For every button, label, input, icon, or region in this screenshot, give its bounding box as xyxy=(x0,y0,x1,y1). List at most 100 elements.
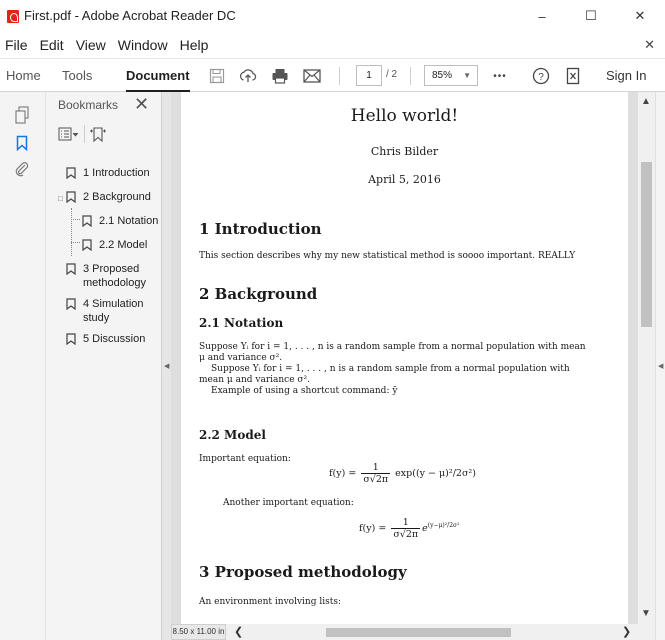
bookmark-item-proposed-methodology[interactable]: 3 Proposed methodology xyxy=(66,262,146,290)
more-tools-button[interactable]: ••• xyxy=(490,66,510,86)
paragraph: Suppose Yᵢ for i = 1, . . . , n is a ran… xyxy=(199,342,586,352)
panel-splitter[interactable]: ◀ xyxy=(161,92,171,640)
paragraph: This section describes why my new statis… xyxy=(199,251,576,261)
section-heading: 3 Proposed methodology xyxy=(199,563,407,581)
bookmark-icon[interactable] xyxy=(13,134,31,152)
title-bar: First.pdf - Adobe Acrobat Reader DC – ☐ … xyxy=(0,0,665,32)
bookmark-item-model[interactable]: 2.2 Model xyxy=(82,238,147,252)
expand-right-pane-icon[interactable]: ◀ xyxy=(658,362,663,370)
bookmark-item-notation[interactable]: 2.1 Notation xyxy=(82,214,158,228)
new-bookmark-icon[interactable] xyxy=(89,124,107,144)
bookmark-icon xyxy=(66,167,76,179)
bookmark-label: 4 Simulation study xyxy=(83,298,144,324)
bookmark-icon xyxy=(66,333,76,345)
tab-document[interactable]: Document xyxy=(126,68,190,92)
paragraph: mean μ and variance σ². xyxy=(199,375,311,385)
bookmark-icon xyxy=(66,298,76,310)
bookmark-label: 5 Discussion xyxy=(83,333,146,345)
acrobat-logo-icon xyxy=(7,10,19,23)
bookmark-icon xyxy=(82,215,92,227)
menu-file[interactable]: File xyxy=(0,37,34,53)
document-view[interactable]: Hello world! Chris Bilder April 5, 2016 … xyxy=(171,92,638,624)
close-window-button[interactable]: ✕ xyxy=(617,0,663,32)
scroll-down-icon[interactable]: ▼ xyxy=(641,608,651,619)
bookmark-label: 2.1 Notation xyxy=(99,215,159,227)
subsection-heading: 2.1 Notation xyxy=(199,316,284,330)
scroll-right-icon[interactable]: ❯ xyxy=(622,625,631,638)
window-title: First.pdf - Adobe Acrobat Reader DC xyxy=(24,8,236,23)
close-icon[interactable]: ✕ xyxy=(134,94,149,115)
section-heading: 1 Introduction xyxy=(199,220,322,238)
zoom-select[interactable]: 85% ▼ xyxy=(424,65,478,86)
help-icon[interactable]: ? xyxy=(531,66,551,86)
bookmark-item-simulation-study[interactable]: 4 Simulation study xyxy=(66,297,144,325)
bookmark-item-background[interactable]: 2 Background xyxy=(66,190,151,204)
tab-home[interactable]: Home xyxy=(6,68,41,83)
page-number-input[interactable]: 1 xyxy=(356,65,382,86)
paragraph: An environment involving lists: xyxy=(199,597,341,607)
bookmarks-title: Bookmarks xyxy=(58,98,119,112)
document-security-icon[interactable] xyxy=(563,66,583,86)
bookmark-label: 1 Introduction xyxy=(83,167,150,179)
subsection-heading: 2.2 Model xyxy=(199,428,266,442)
equation: f(y) = 1 σ√2π exp((y − μ)²/2σ²) xyxy=(329,462,476,485)
tree-connector xyxy=(71,208,72,256)
right-pane-strip[interactable]: ◀ xyxy=(655,92,665,640)
page-thumbnails-icon[interactable] xyxy=(13,106,31,124)
chevron-down-icon: ▼ xyxy=(463,71,471,80)
scroll-thumb[interactable] xyxy=(641,162,652,327)
save-icon[interactable] xyxy=(207,66,227,86)
tab-tools[interactable]: Tools xyxy=(62,68,92,83)
tree-connector xyxy=(71,242,80,243)
bookmark-icon xyxy=(66,191,76,203)
menu-window[interactable]: Window xyxy=(112,37,174,53)
toolbar-divider xyxy=(84,125,85,143)
document-author: Chris Bilder xyxy=(370,145,439,158)
close-document-button[interactable]: ✕ xyxy=(644,37,655,53)
bookmark-item-discussion[interactable]: 5 Discussion xyxy=(66,332,145,346)
menu-bar: File Edit View Window Help ✕ xyxy=(0,32,665,58)
bookmark-item-introduction[interactable]: 1 Introduction xyxy=(66,166,150,180)
pdf-page: Hello world! Chris Bilder April 5, 2016 … xyxy=(181,92,628,624)
page-total: / 2 xyxy=(386,69,398,80)
svg-text:?: ? xyxy=(538,72,544,83)
equation: f(y) = 1 σ√2π e(y−μ)²/2σ² xyxy=(359,517,460,540)
bookmark-options-icon[interactable] xyxy=(58,124,80,144)
status-bar: 8.50 x 11.00 in ❮ ❯ xyxy=(171,624,655,640)
toolbar-divider xyxy=(410,67,411,85)
attachment-icon[interactable] xyxy=(13,160,31,178)
collapse-toggle-icon[interactable]: □ xyxy=(58,194,63,203)
vertical-scrollbar[interactable]: ▲ ▼ xyxy=(638,92,655,624)
menu-help[interactable]: Help xyxy=(174,37,215,53)
email-icon[interactable] xyxy=(302,66,322,86)
sign-in-link[interactable]: Sign In xyxy=(606,68,646,83)
bookmark-icon xyxy=(82,239,92,251)
page-size-indicator: 8.50 x 11.00 in xyxy=(171,624,226,640)
bookmarks-toolbar xyxy=(58,124,107,144)
bookmark-label: 2 Background xyxy=(83,191,151,203)
navigation-rail xyxy=(0,92,46,640)
minimize-button[interactable]: – xyxy=(519,0,565,32)
maximize-button[interactable]: ☐ xyxy=(568,0,614,32)
bookmarks-panel: Bookmarks ✕ □ 1 Introduction 2 Backgroun… xyxy=(46,92,161,640)
zoom-value: 85% xyxy=(432,70,453,81)
menu-edit[interactable]: Edit xyxy=(34,37,70,53)
print-icon[interactable] xyxy=(270,66,290,86)
toolbar-divider xyxy=(339,67,340,85)
tree-connector xyxy=(71,219,80,220)
upload-cloud-icon[interactable] xyxy=(238,66,258,86)
document-date: April 5, 2016 xyxy=(368,173,441,186)
paragraph: Example of using a shortcut command: ȳ xyxy=(211,386,398,396)
section-heading: 2 Background xyxy=(199,285,318,303)
scroll-left-icon[interactable]: ❮ xyxy=(234,625,243,638)
collapse-panel-icon[interactable]: ◀ xyxy=(164,362,169,370)
bookmark-label: 2.2 Model xyxy=(99,239,148,251)
toolbar: Home Tools Document 1 / 2 85% ▼ ••• ? Si… xyxy=(0,58,665,92)
bookmark-icon xyxy=(66,263,76,275)
paragraph: μ and variance σ². xyxy=(199,353,283,363)
paragraph: Suppose Yᵢ for i = 1, . . . , n is a ran… xyxy=(211,364,570,374)
menu-view[interactable]: View xyxy=(70,37,112,53)
horizontal-scroll-thumb[interactable] xyxy=(326,628,511,637)
bookmark-label: 3 Proposed methodology xyxy=(83,263,146,289)
scroll-up-icon[interactable]: ▲ xyxy=(641,96,651,107)
